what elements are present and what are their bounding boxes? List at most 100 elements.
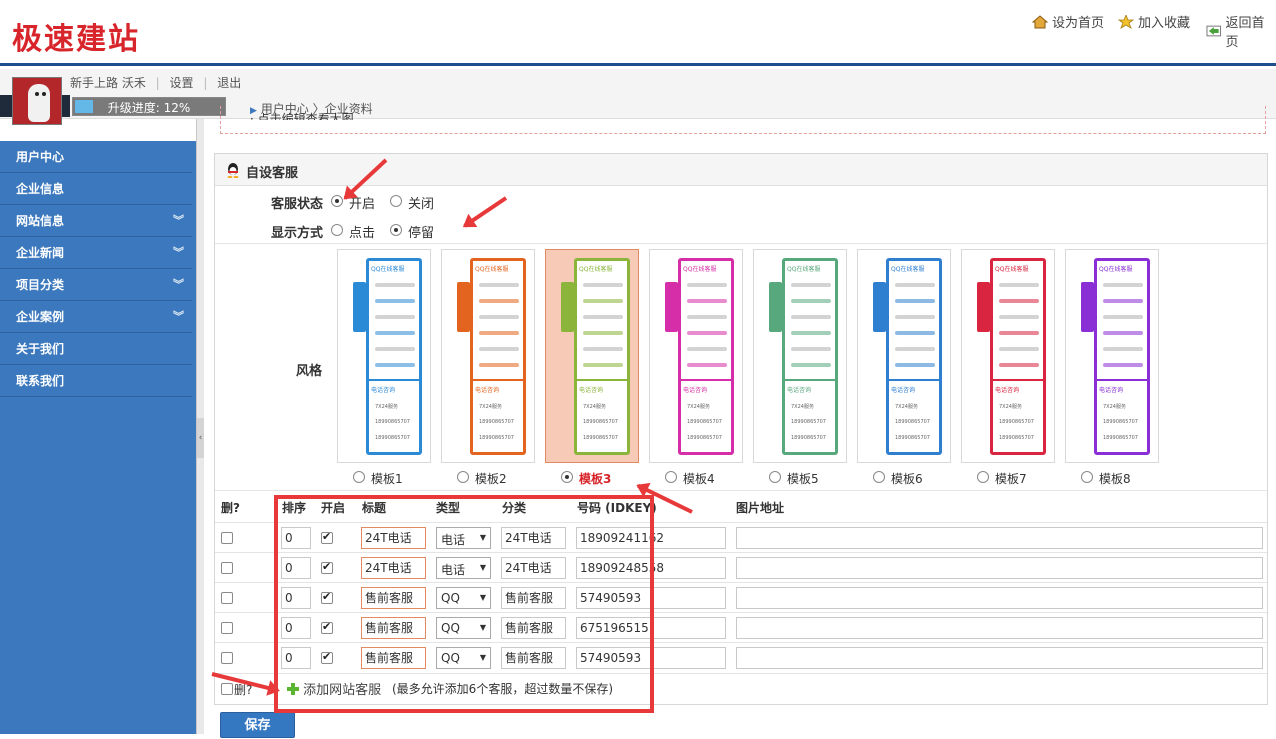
template-line — [583, 315, 623, 319]
template-phone-line: 7X24服务 — [687, 404, 710, 410]
template-thumbnail-4[interactable]: QQ在线客服 电话咨询 7X24服务 18990865707 18990865707 — [649, 249, 743, 463]
template-phone-line: 18990865707 — [583, 435, 618, 441]
template-preview: QQ在线客服 电话咨询 7X24服务 18990865707 18990865707 — [366, 258, 422, 455]
logout-link[interactable]: 退出 — [217, 76, 241, 90]
sidebar-item-3[interactable]: 网站信息 ︾ — [0, 205, 192, 237]
template-preview: QQ在线客服 电话咨询 7X24服务 18990865707 18990865707 — [990, 258, 1046, 455]
template-line — [479, 315, 519, 319]
template-radio-8[interactable] — [1081, 471, 1093, 483]
image-url-input[interactable] — [736, 647, 1263, 669]
delete-checkbox[interactable] — [221, 592, 233, 604]
template-phone-head: 电话咨询 — [579, 387, 604, 394]
template-radio-3[interactable] — [561, 471, 573, 483]
template-radio-2[interactable] — [457, 471, 469, 483]
template-phone-line: 7X24服务 — [375, 404, 398, 410]
template-thumbnail-5[interactable]: QQ在线客服 电话咨询 7X24服务 18990865707 18990865707 — [753, 249, 847, 463]
template-phone-line: 18990865707 — [687, 435, 722, 441]
template-phone-head: 电话咨询 — [891, 387, 916, 394]
template-label-2: 模板2 — [475, 472, 507, 486]
template-line — [1103, 331, 1143, 335]
expand-chevron-icon[interactable]: ︾ — [173, 205, 184, 237]
sidebar-item-6[interactable]: 企业案例 ︾ — [0, 301, 192, 333]
settings-link[interactable]: 设置 — [170, 76, 194, 90]
back-home-label: 返回首页 — [1225, 16, 1265, 50]
template-line — [895, 347, 935, 351]
template-phone-line: 18990865707 — [583, 419, 618, 425]
sidebar-item-5[interactable]: 项目分类 ︾ — [0, 269, 192, 301]
template-thumbnail-8[interactable]: QQ在线客服 电话咨询 7X24服务 18990865707 18990865707 — [1065, 249, 1159, 463]
template-side-tab — [769, 282, 782, 332]
display-hover-label: 停留 — [408, 226, 435, 241]
template-line — [375, 363, 415, 367]
sidebar-item-1[interactable]: 用户中心 — [0, 141, 192, 173]
display-hover-radio[interactable] — [390, 224, 402, 236]
save-button[interactable]: 保存 — [220, 712, 295, 738]
display-click-radio[interactable] — [331, 224, 343, 236]
expand-chevron-icon[interactable]: ︾ — [173, 237, 184, 269]
top-header — [0, 0, 1276, 66]
template-title: QQ在线客服 — [891, 266, 925, 273]
select-all-delete-checkbox[interactable] — [221, 683, 233, 695]
image-url-input[interactable] — [736, 587, 1263, 609]
image-url-input[interactable] — [736, 617, 1263, 639]
template-title: QQ在线客服 — [683, 266, 717, 273]
template-line — [791, 299, 831, 303]
template-radio-5[interactable] — [769, 471, 781, 483]
service-status-label: 客服状态 — [271, 197, 324, 212]
template-line — [479, 331, 519, 335]
avatar-figure — [28, 84, 50, 122]
template-thumbnail-6[interactable]: QQ在线客服 电话咨询 7X24服务 18990865707 18990865707 — [857, 249, 951, 463]
template-title: QQ在线客服 — [579, 266, 613, 273]
expand-chevron-icon[interactable]: ︾ — [173, 301, 184, 333]
sidebar-item-7[interactable]: 关于我们 — [0, 333, 192, 365]
template-thumbnail-1[interactable]: QQ在线客服 电话咨询 7X24服务 18990865707 18990865707 — [337, 249, 431, 463]
delete-checkbox[interactable] — [221, 562, 233, 574]
template-title: QQ在线客服 — [1099, 266, 1133, 273]
delete-checkbox[interactable] — [221, 652, 233, 664]
template-line — [791, 347, 831, 351]
template-label-8: 模板8 — [1099, 472, 1131, 486]
expand-chevron-icon[interactable]: ︾ — [173, 269, 184, 301]
back-arrow-icon — [1206, 25, 1222, 37]
col-header-image-url: 图片地址 — [736, 501, 785, 515]
template-thumbnail-2[interactable]: QQ在线客服 电话咨询 7X24服务 18990865707 18990865707 — [441, 249, 535, 463]
template-thumbnail-7[interactable]: QQ在线客服 电话咨询 7X24服务 18990865707 18990865707 — [961, 249, 1055, 463]
template-line — [375, 347, 415, 351]
template-line — [375, 299, 415, 303]
template-line — [687, 331, 727, 335]
image-url-input[interactable] — [736, 557, 1263, 579]
template-separator — [681, 379, 731, 381]
collapse-sidebar-handle[interactable]: ‹ — [197, 418, 204, 458]
avatar-eye — [42, 92, 46, 96]
delete-checkbox[interactable] — [221, 622, 233, 634]
template-line — [1103, 283, 1143, 287]
status-off-label: 关闭 — [408, 197, 435, 212]
site-logo[interactable]: 极速建站 — [12, 14, 140, 58]
template-separator — [369, 379, 419, 381]
status-off-radio[interactable] — [390, 195, 402, 207]
template-radio-1[interactable] — [353, 471, 365, 483]
template-radio-4[interactable] — [665, 471, 677, 483]
template-separator — [785, 379, 835, 381]
back-home-link[interactable]: 返回首页 — [1206, 12, 1276, 50]
sidebar-item-label: 项目分类 — [16, 278, 65, 292]
sidebar-item-8[interactable]: 联系我们 — [0, 365, 192, 397]
sidebar-item-2[interactable]: 企业信息 — [0, 173, 192, 205]
template-side-tab — [561, 282, 574, 332]
template-side-tab — [353, 282, 366, 332]
set-homepage-link[interactable]: 设为首页 — [1032, 12, 1104, 31]
template-radio-7[interactable] — [977, 471, 989, 483]
sidebar-item-label: 关于我们 — [16, 342, 65, 356]
template-radio-6[interactable] — [873, 471, 885, 483]
add-favorite-link[interactable]: 加入收藏 — [1118, 12, 1190, 31]
template-thumbnail-3[interactable]: QQ在线客服 电话咨询 7X24服务 18990865707 18990865707 — [545, 249, 639, 463]
notice-text: · 点击编辑查看大图 — [250, 112, 354, 120]
sidebar-item-4[interactable]: 企业新闻 ︾ — [0, 237, 192, 269]
template-phone-line: 18990865707 — [895, 435, 930, 441]
template-side-tab — [873, 282, 886, 332]
avatar[interactable] — [12, 77, 62, 125]
image-url-input[interactable] — [736, 527, 1263, 549]
delete-checkbox[interactable] — [221, 532, 233, 544]
template-line — [1103, 299, 1143, 303]
template-line — [895, 299, 935, 303]
